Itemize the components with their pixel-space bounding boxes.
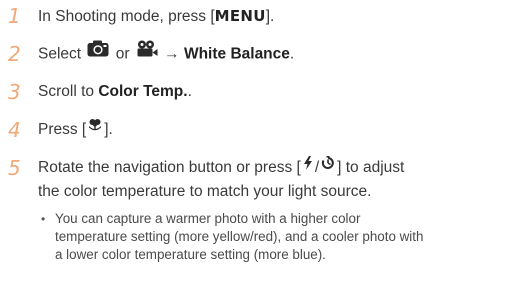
step-number: 3 — [8, 80, 21, 104]
step-text-part: Rotate the navigation button or press [ — [38, 159, 301, 177]
step-text-part: In Shooting mode, press [ — [38, 8, 215, 25]
step-text-part: . — [289, 45, 295, 63]
step-text-part: ]. — [265, 8, 275, 25]
step-text: Rotate the navigation button or press [ /… — [38, 156, 404, 204]
step-text-part: Press [ — [38, 121, 87, 139]
note-text: You can capture a warmer photo with a hi… — [55, 210, 423, 264]
macro-flower-icon — [88, 116, 102, 140]
note-line: a lower color temperature setting (more … — [55, 247, 326, 262]
step-text-line-2: the color temperature to match your ligh… — [38, 183, 372, 201]
step-text-part: ] to adjust — [337, 159, 405, 177]
step-text: Select or → White Balance. — [38, 40, 295, 67]
step-text-line-1: Rotate the navigation button or press [ /… — [38, 156, 405, 177]
note-line: temperature setting (more yellow/red), a… — [55, 229, 424, 244]
flash-icon — [303, 154, 313, 178]
step-2: 2 Select or → White Balance. — [0, 40, 517, 67]
step-5: 5 Rotate the navigation button or press … — [0, 156, 517, 204]
arrow-icon: → — [164, 45, 180, 63]
step-text-part: . — [187, 83, 192, 100]
step-text: In Shooting mode, press [MENU]. — [38, 4, 274, 29]
step-text-part: Select — [38, 45, 82, 63]
step-number: 2 — [8, 42, 21, 66]
step-text-part: Scroll to — [38, 83, 94, 100]
step-text: Press [ ]. — [38, 118, 113, 142]
step-3: 3 Scroll to Color Temp.. — [0, 80, 517, 104]
self-timer-icon — [321, 154, 335, 178]
camera-icon — [87, 40, 109, 65]
menu-item-label: Color Temp. — [98, 83, 188, 100]
bullet-icon: • — [41, 212, 46, 226]
step-4: 4 Press [ ]. — [0, 118, 517, 142]
step-1: 1 In Shooting mode, press [MENU]. — [0, 4, 517, 29]
separator: / — [314, 159, 320, 177]
note-line: You can capture a warmer photo with a hi… — [55, 211, 361, 226]
menu-key-label: MENU — [214, 7, 266, 25]
step-number: 5 — [8, 156, 21, 180]
menu-item-label: White Balance — [183, 45, 290, 63]
step-text-part: ]. — [104, 121, 113, 139]
step-number: 4 — [8, 118, 21, 142]
step-text: Scroll to Color Temp.. — [38, 80, 192, 104]
step-text-part: or — [115, 45, 130, 63]
step-number: 1 — [8, 4, 21, 28]
movie-icon — [136, 40, 158, 65]
note-bullet: • You can capture a warmer photo with a … — [38, 210, 507, 264]
